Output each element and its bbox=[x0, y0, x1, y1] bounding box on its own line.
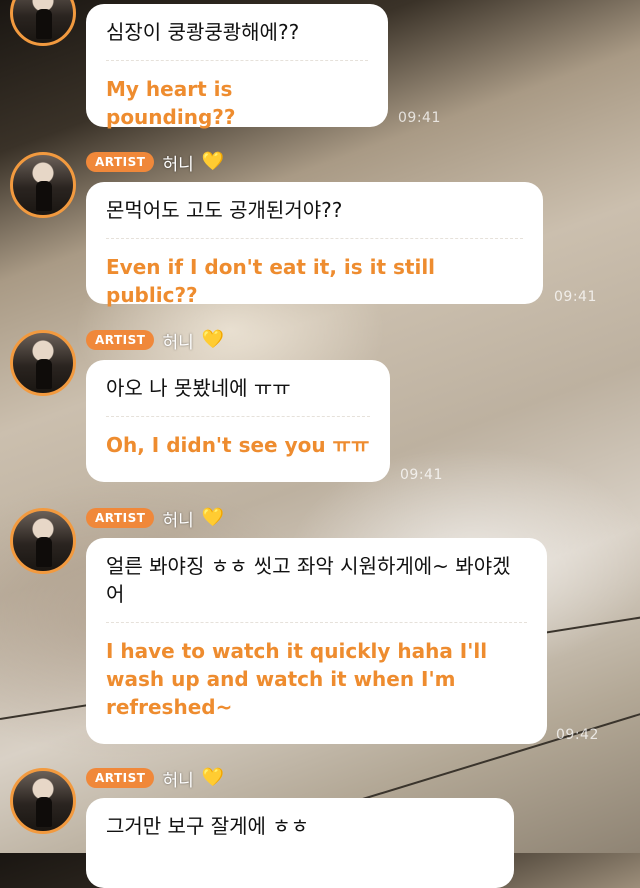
timestamp: 09:41 bbox=[554, 289, 597, 305]
avatar[interactable] bbox=[10, 0, 76, 46]
heart-icon: 💛 bbox=[201, 329, 225, 350]
message-bubble[interactable]: 심장이 쿵쾅쿵쾅해에?? My heart is pounding?? bbox=[86, 4, 388, 129]
message-bubble[interactable]: 그거만 보구 잘게에 ㅎㅎ bbox=[86, 798, 514, 888]
korean-text: 몬먹어도 고도 공개된거야?? bbox=[106, 182, 523, 239]
translation-text: My heart is pounding?? bbox=[106, 77, 236, 129]
avatar[interactable] bbox=[10, 330, 76, 396]
artist-badge: ARTIST bbox=[86, 508, 155, 528]
sender-header: ARTIST 허니 💛 bbox=[86, 506, 225, 531]
translation-text: Even if I don't eat it, is it still publ… bbox=[106, 255, 436, 307]
translation-text: Oh, I didn't see you ㅠㅠ bbox=[106, 433, 370, 457]
avatar[interactable] bbox=[10, 768, 76, 834]
message-bubble[interactable]: 몬먹어도 고도 공개된거야?? Even if I don't eat it, … bbox=[86, 182, 543, 307]
sender-name[interactable]: 허니 bbox=[162, 766, 193, 791]
heart-icon: 💛 bbox=[201, 767, 225, 788]
artist-badge: ARTIST bbox=[86, 152, 155, 172]
message-bubble[interactable]: 아오 나 못봤네에 ㅠㅠ Oh, I didn't see you ㅠㅠ bbox=[86, 360, 390, 482]
heart-icon: 💛 bbox=[201, 151, 225, 172]
avatar[interactable] bbox=[10, 508, 76, 574]
korean-text: 그거만 보구 잘게에 ㅎㅎ bbox=[106, 814, 310, 838]
sender-header: ARTIST 허니 💛 bbox=[86, 150, 225, 175]
sender-name[interactable]: 허니 bbox=[162, 328, 193, 353]
sender-name[interactable]: 허니 bbox=[162, 506, 193, 531]
avatar[interactable] bbox=[10, 152, 76, 218]
sender-name[interactable]: 허니 bbox=[162, 150, 193, 175]
sender-header: ARTIST 허니 💛 bbox=[86, 328, 225, 353]
sender-header: ARTIST 허니 💛 bbox=[86, 766, 225, 791]
translation-text: I have to watch it quickly haha I'll was… bbox=[106, 639, 488, 719]
artist-badge: ARTIST bbox=[86, 330, 155, 350]
timestamp: 09:41 bbox=[398, 110, 441, 126]
timestamp: 09:42 bbox=[556, 727, 599, 743]
heart-icon: 💛 bbox=[201, 507, 225, 528]
korean-text: 아오 나 못봤네에 ㅠㅠ bbox=[106, 360, 370, 417]
artist-badge: ARTIST bbox=[86, 768, 155, 788]
timestamp: 09:41 bbox=[400, 467, 443, 483]
message-bubble[interactable]: 얼른 봐야징 ㅎㅎ 씻고 좌악 시원하게에~ 봐야겠어 I have to wa… bbox=[86, 538, 547, 744]
korean-text: 심장이 쿵쾅쿵쾅해에?? bbox=[106, 4, 368, 61]
korean-text: 얼른 봐야징 ㅎㅎ 씻고 좌악 시원하게에~ 봐야겠어 bbox=[106, 538, 527, 623]
